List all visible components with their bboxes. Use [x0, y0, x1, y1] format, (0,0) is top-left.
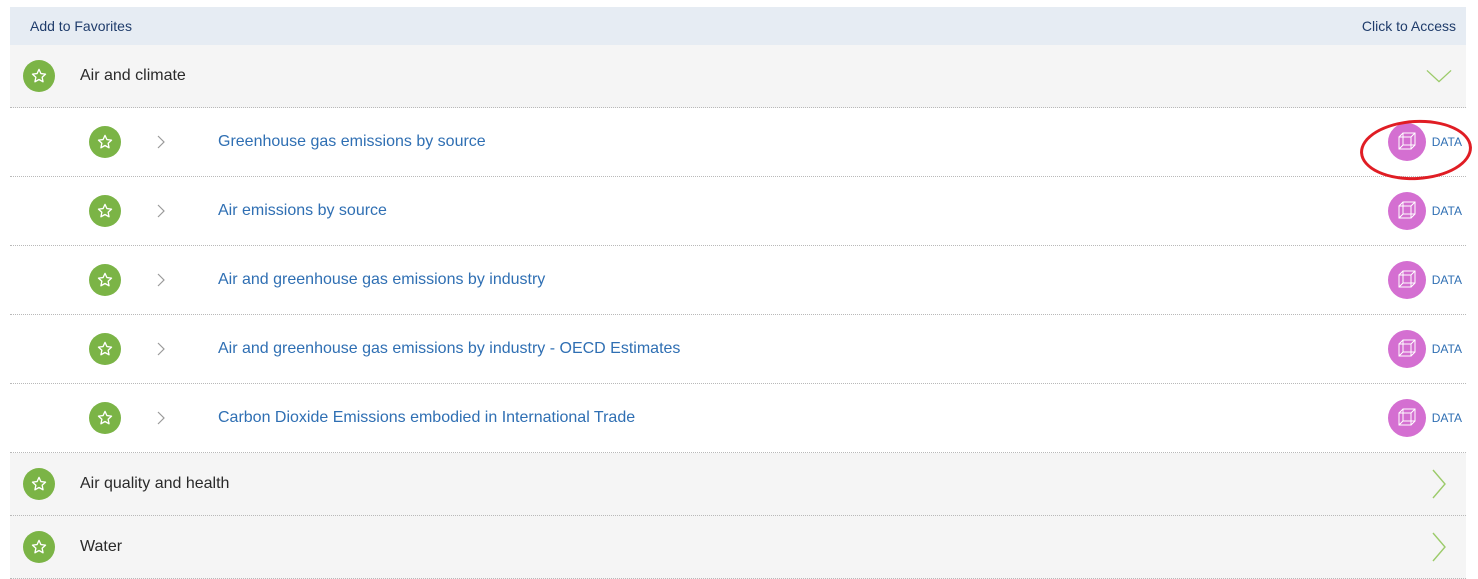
dataset-link[interactable]: Carbon Dioxide Emissions embodied in Int… — [218, 409, 635, 427]
favorite-button[interactable] — [89, 402, 121, 434]
data-access-button[interactable]: DATA — [1387, 399, 1462, 437]
category-label: Air quality and health — [80, 475, 230, 492]
dataset-row[interactable]: Air and greenhouse gas emissions by indu… — [10, 246, 1466, 315]
star-icon — [31, 68, 47, 83]
favorite-button[interactable] — [89, 126, 121, 158]
dataset-link[interactable]: Greenhouse gas emissions by source — [218, 133, 486, 151]
category-label: Air and climate — [80, 67, 186, 84]
star-icon — [97, 134, 113, 149]
category-row-water[interactable]: Water — [10, 516, 1466, 579]
data-access-label: DATA — [1431, 204, 1462, 218]
star-icon — [97, 203, 113, 218]
favorite-button[interactable] — [23, 60, 55, 92]
dataset-list-panel: Add to Favorites Click to Access Air and… — [10, 7, 1466, 579]
favorite-button[interactable] — [89, 195, 121, 227]
list-header: Add to Favorites Click to Access — [10, 7, 1466, 45]
data-access-label: DATA — [1431, 411, 1462, 425]
expand-toggle[interactable] — [1426, 469, 1452, 499]
cube-icon — [1387, 192, 1426, 230]
cube-icon — [1387, 261, 1426, 299]
data-access-button[interactable]: DATA — [1387, 192, 1462, 230]
chevron-right-icon[interactable] — [154, 340, 168, 358]
data-access-button[interactable]: DATA — [1387, 123, 1462, 161]
chevron-down-icon — [1426, 69, 1452, 83]
click-to-access-header: Click to Access — [1361, 18, 1456, 34]
dataset-link[interactable]: Air emissions by source — [218, 202, 387, 220]
dataset-link[interactable]: Air and greenhouse gas emissions by indu… — [218, 271, 545, 289]
favorite-button[interactable] — [89, 264, 121, 296]
chevron-right-icon — [1432, 469, 1446, 499]
data-access-button[interactable]: DATA — [1387, 261, 1462, 299]
star-icon — [97, 410, 113, 425]
cube-icon — [1387, 399, 1426, 437]
dataset-row[interactable]: Air and greenhouse gas emissions by indu… — [10, 315, 1466, 384]
cube-icon — [1387, 330, 1426, 368]
expand-toggle[interactable] — [1426, 532, 1452, 562]
dataset-link[interactable]: Air and greenhouse gas emissions by indu… — [218, 340, 680, 358]
data-access-label: DATA — [1431, 273, 1462, 287]
chevron-right-icon[interactable] — [154, 409, 168, 427]
add-to-favorites-header: Add to Favorites — [30, 18, 132, 34]
favorite-button[interactable] — [23, 468, 55, 500]
favorite-button[interactable] — [23, 531, 55, 563]
chevron-right-icon[interactable] — [154, 133, 168, 151]
star-icon — [97, 272, 113, 287]
chevron-right-icon — [1432, 532, 1446, 562]
category-label: Water — [80, 538, 123, 555]
dataset-row[interactable]: Greenhouse gas emissions by source DATA — [10, 108, 1466, 177]
data-access-label: DATA — [1431, 135, 1462, 149]
chevron-right-icon[interactable] — [154, 202, 168, 220]
favorite-button[interactable] — [89, 333, 121, 365]
category-row-air-quality-and-health[interactable]: Air quality and health — [10, 453, 1466, 516]
category-row-air-and-climate[interactable]: Air and climate — [10, 45, 1466, 108]
star-icon — [31, 476, 47, 491]
data-access-button[interactable]: DATA — [1387, 330, 1462, 368]
data-access-label: DATA — [1431, 342, 1462, 356]
dataset-row[interactable]: Air emissions by source DATA — [10, 177, 1466, 246]
chevron-right-icon[interactable] — [154, 271, 168, 289]
star-icon — [31, 539, 47, 554]
expand-toggle[interactable] — [1426, 63, 1452, 89]
dataset-row[interactable]: Carbon Dioxide Emissions embodied in Int… — [10, 384, 1466, 453]
cube-icon — [1387, 123, 1426, 161]
star-icon — [97, 341, 113, 356]
